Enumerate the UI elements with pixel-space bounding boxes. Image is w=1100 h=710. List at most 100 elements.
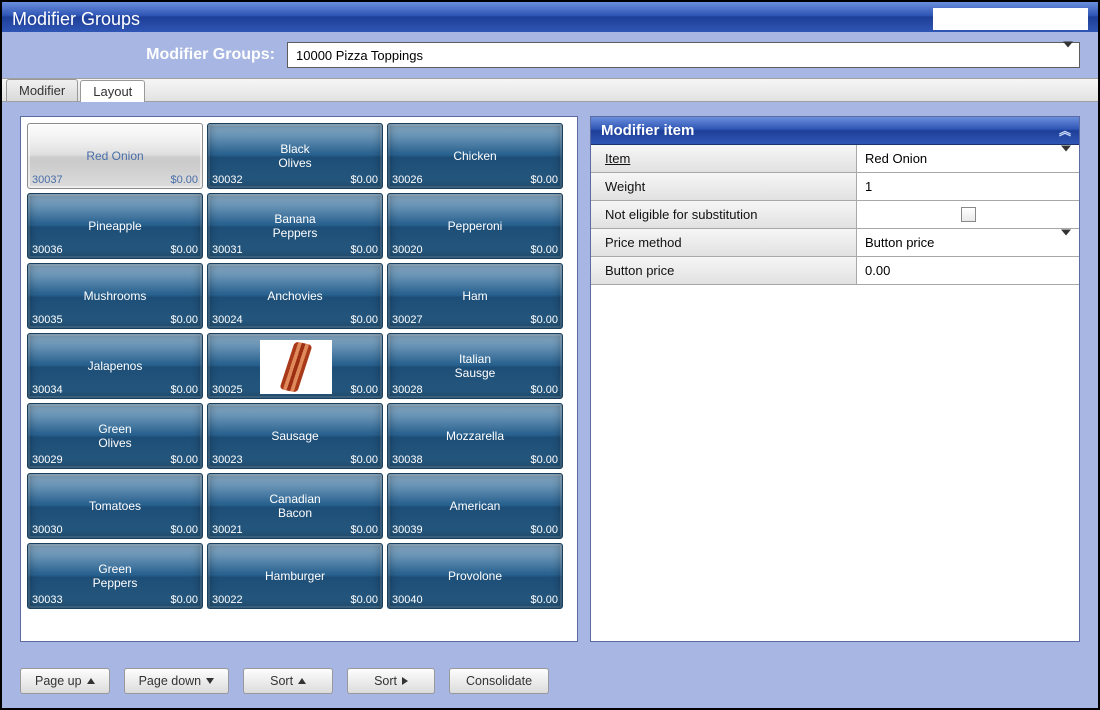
modifier-button[interactable]: Chicken30026$0.00 [387,123,563,189]
titlebar: Modifier Groups [2,2,1098,32]
modifier-button[interactable]: 30025$0.00 [207,333,383,399]
prop-row-button-price: Button price 0.00 [591,257,1079,285]
modifier-id: 30035 [32,314,63,326]
title-search-input[interactable] [933,8,1088,30]
prop-value-item-dropdown[interactable]: Red Onion [857,145,1079,172]
prop-value-price-method-dropdown[interactable]: Button price [857,229,1079,256]
prop-value-button-price: 0.00 [865,263,890,278]
tab-label: Modifier [19,83,65,98]
modifier-id: 30024 [212,314,243,326]
modifier-id: 30026 [392,174,423,186]
modifier-button[interactable]: Red Onion30037$0.00 [27,123,203,189]
prop-label-button-price: Button price [591,257,857,284]
prop-value-price-method: Button price [865,235,934,250]
workarea: Red Onion30037$0.00Black Olives 30032 $0.0… [2,102,1098,708]
sort-up-button[interactable]: Sort [243,668,333,694]
modifier-button[interactable]: Tomatoes30030$0.00 [27,473,203,539]
modifier-label: Black Olives [208,142,382,170]
modifier-price: $0.00 [350,174,378,186]
button-label: Page down [139,674,202,688]
button-label: Page up [35,674,82,688]
triangle-down-icon [206,678,214,684]
modifier-groups-value: 10000 Pizza Toppings [296,48,423,63]
prop-row-not-eligible: Not eligible for substitution [591,201,1079,229]
triangle-right-icon [402,677,408,685]
button-label: Consolidate [466,674,532,688]
modifier-id: 30038 [392,454,423,466]
modifier-item-panel: Modifier item ︽ Item Red Onion Weight 1 [590,116,1080,642]
consolidate-button[interactable]: Consolidate [449,668,549,694]
prop-value-weight: 1 [865,179,872,194]
modifier-groups-label: Modifier Groups: [20,46,275,64]
bottom-button-bar: Page up Page down Sort Sort Consolidate [20,668,1080,694]
window-title: Modifier Groups [12,9,140,30]
selector-row: Modifier Groups: 10000 Pizza Toppings [2,32,1098,78]
modifier-label: Chicken [388,149,562,163]
modifier-label: Green Olives [28,422,202,450]
modifier-label: Anchovies [208,289,382,303]
collapse-icon: ︽ [1059,122,1069,139]
modifier-button[interactable]: Canadian Bacon30021$0.00 [207,473,383,539]
button-label: Sort [270,674,293,688]
modifier-button[interactable]: Hamburger30022$0.00 [207,543,383,609]
modifier-price: $0.00 [170,594,198,606]
modifier-button[interactable]: Provolone30040$0.00 [387,543,563,609]
modifier-button[interactable]: Pineapple30036$0.00 [27,193,203,259]
sort-right-button[interactable]: Sort [347,668,435,694]
modifier-id: 30023 [212,454,243,466]
modifier-label: Mushrooms [28,289,202,303]
prop-value-button-price-input[interactable]: 0.00 [857,257,1079,284]
modifier-button[interactable]: Green Olives30029$0.00 [27,403,203,469]
modifier-button[interactable]: Mozzarella30038$0.00 [387,403,563,469]
modifier-label: Sausage [208,429,382,443]
modifier-groups-dropdown[interactable]: 10000 Pizza Toppings [287,42,1080,68]
page-up-button[interactable]: Page up [20,668,110,694]
modifier-price: $0.00 [170,314,198,326]
not-eligible-checkbox[interactable] [961,207,976,222]
modifier-id: 30022 [212,594,243,606]
tab-layout[interactable]: Layout [80,80,145,102]
modifier-button[interactable]: Ham30027$0.00 [387,263,563,329]
page-down-button[interactable]: Page down [124,668,230,694]
tabbar: Modifier Layout [2,78,1098,102]
modifier-label: Red Onion [28,149,202,163]
modifier-id: 30027 [392,314,423,326]
modifier-button[interactable]: Pepperoni30020$0.00 [387,193,563,259]
triangle-up-icon [87,678,95,684]
tab-modifier[interactable]: Modifier [6,79,78,101]
prop-value-weight-input[interactable]: 1 [857,173,1079,200]
prop-label-not-eligible: Not eligible for substitution [591,201,857,228]
modifier-button[interactable]: American30039$0.00 [387,473,563,539]
chevron-down-icon [1061,151,1071,166]
modifier-label: Green Peppers [28,562,202,590]
modifier-button[interactable]: Mushrooms 30035 $0.00 [27,263,203,329]
modifier-label: Hamburger [208,569,382,583]
modifier-button[interactable]: Black Olives 30032 $0.00 [207,123,383,189]
modifier-id: 30032 [212,174,243,186]
modifier-label: Ham [388,289,562,303]
modifier-button[interactable]: Anchovies30024$0.00 [207,263,383,329]
panels: Red Onion30037$0.00Black Olives 30032 $0.0… [20,116,1080,642]
app-window: Modifier Groups Modifier Groups: 10000 P… [0,0,1100,710]
modifier-id: 30040 [392,594,423,606]
prop-label-weight: Weight [591,173,857,200]
modifier-price: $0.00 [170,454,198,466]
modifier-button[interactable]: Green Peppers30033$0.00 [27,543,203,609]
modifier-button[interactable]: Italian Sausge30028$0.00 [387,333,563,399]
modifier-button[interactable]: Banana Peppers30031$0.00 [207,193,383,259]
triangle-up-icon [298,678,306,684]
modifier-label: Italian Sausge [388,352,562,380]
modifier-id: 30021 [212,524,243,536]
modifier-price: $0.00 [170,174,198,186]
modifier-label: Banana Peppers [208,212,382,240]
prop-row-item: Item Red Onion [591,145,1079,173]
prop-value-not-eligible[interactable] [857,201,1079,228]
modifier-price: $0.00 [350,524,378,536]
modifier-id: 30031 [212,244,243,256]
prop-value-item: Red Onion [865,151,927,166]
prop-label-price-method: Price method [591,229,857,256]
modifier-item-header[interactable]: Modifier item ︽ [591,117,1079,145]
modifier-button[interactable]: Sausage30023$0.00 [207,403,383,469]
button-label: Sort [374,674,397,688]
modifier-button[interactable]: Jalapenos30034$0.00 [27,333,203,399]
